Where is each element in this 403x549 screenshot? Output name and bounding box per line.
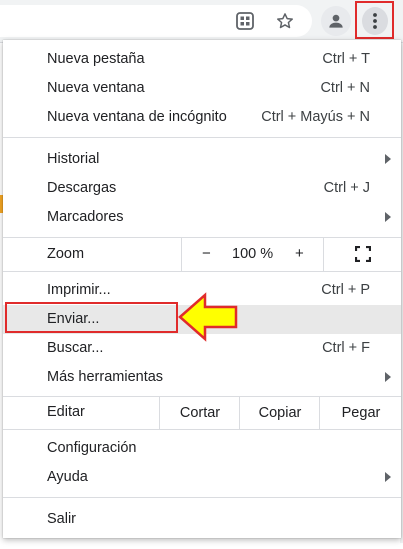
menu-item-label: Nueva pestaña: [47, 51, 145, 67]
send-item-highlight: [5, 302, 178, 333]
menu-separator: [3, 497, 401, 498]
zoom-in-button[interactable]: +: [295, 245, 304, 262]
submenu-arrow-icon: [385, 212, 391, 222]
menu-item-history[interactable]: Historial: [3, 145, 401, 174]
menu-item-exit[interactable]: Salir: [3, 505, 401, 534]
chrome-main-menu: Nueva pestaña Ctrl + T Nueva ventana Ctr…: [3, 40, 401, 538]
menu-item-shortcut: Ctrl + Mayús + N: [261, 109, 370, 125]
menu-item-label: Imprimir...: [47, 282, 111, 298]
copy-button[interactable]: Copiar: [239, 397, 320, 429]
menu-item-bookmarks[interactable]: Marcadores: [3, 203, 401, 232]
zoom-level: 100 %: [232, 246, 274, 262]
profile-avatar-icon[interactable]: [321, 6, 351, 36]
menu-item-label: Historial: [47, 151, 100, 167]
browser-toolbar: [0, 0, 403, 43]
edit-label: Editar: [47, 404, 85, 420]
menu-item-help[interactable]: Ayuda: [3, 463, 401, 492]
grid-extension-icon[interactable]: [233, 9, 257, 33]
menu-item-label: Salir: [47, 511, 77, 527]
menu-item-new-tab[interactable]: Nueva pestaña Ctrl + T: [3, 45, 401, 74]
menu-item-label: Nueva ventana: [47, 80, 145, 96]
menu-item-label: Marcadores: [47, 209, 124, 225]
menu-item-shortcut: Ctrl + F: [322, 340, 370, 356]
menu-item-settings[interactable]: Configuración: [3, 434, 401, 463]
menu-item-label: Buscar...: [47, 340, 104, 356]
menu-item-shortcut: Ctrl + P: [321, 282, 370, 298]
menu-item-downloads[interactable]: Descargas Ctrl + J: [3, 174, 401, 203]
menu-button-highlight: [355, 1, 394, 39]
menu-separator: [3, 429, 401, 430]
edit-row: Editar Cortar Copiar Pegar: [3, 397, 401, 429]
menu-item-shortcut: Ctrl + N: [320, 80, 370, 96]
bookmark-star-icon[interactable]: [273, 9, 297, 33]
submenu-arrow-icon: [385, 372, 391, 382]
menu-item-label: Nueva ventana de incógnito: [47, 109, 227, 125]
menu-item-shortcut: Ctrl + T: [322, 51, 370, 67]
menu-item-incognito-window[interactable]: Nueva ventana de incógnito Ctrl + Mayús …: [3, 103, 401, 132]
zoom-row: Zoom − 100 % +: [3, 238, 401, 271]
menu-item-shortcut: Ctrl + J: [323, 180, 370, 196]
yellow-pointer-arrow-icon: [178, 292, 238, 342]
menu-item-label: Más herramientas: [47, 369, 164, 385]
paste-button[interactable]: Pegar: [319, 397, 402, 429]
menu-separator: [3, 271, 401, 272]
zoom-label: Zoom: [47, 246, 85, 262]
submenu-arrow-icon: [385, 472, 391, 482]
cut-button[interactable]: Cortar: [159, 397, 240, 429]
zoom-out-button[interactable]: −: [202, 245, 211, 262]
fullscreen-icon[interactable]: [354, 245, 372, 263]
menu-item-new-window[interactable]: Nueva ventana Ctrl + N: [3, 74, 401, 103]
address-bar[interactable]: [0, 5, 312, 37]
menu-item-label: Ayuda: [47, 469, 88, 485]
menu-item-label: Configuración: [47, 440, 137, 456]
menu-separator: [3, 137, 401, 138]
menu-item-label: Descargas: [47, 180, 117, 196]
menu-item-more-tools[interactable]: Más herramientas: [3, 363, 401, 392]
submenu-arrow-icon: [385, 154, 391, 164]
